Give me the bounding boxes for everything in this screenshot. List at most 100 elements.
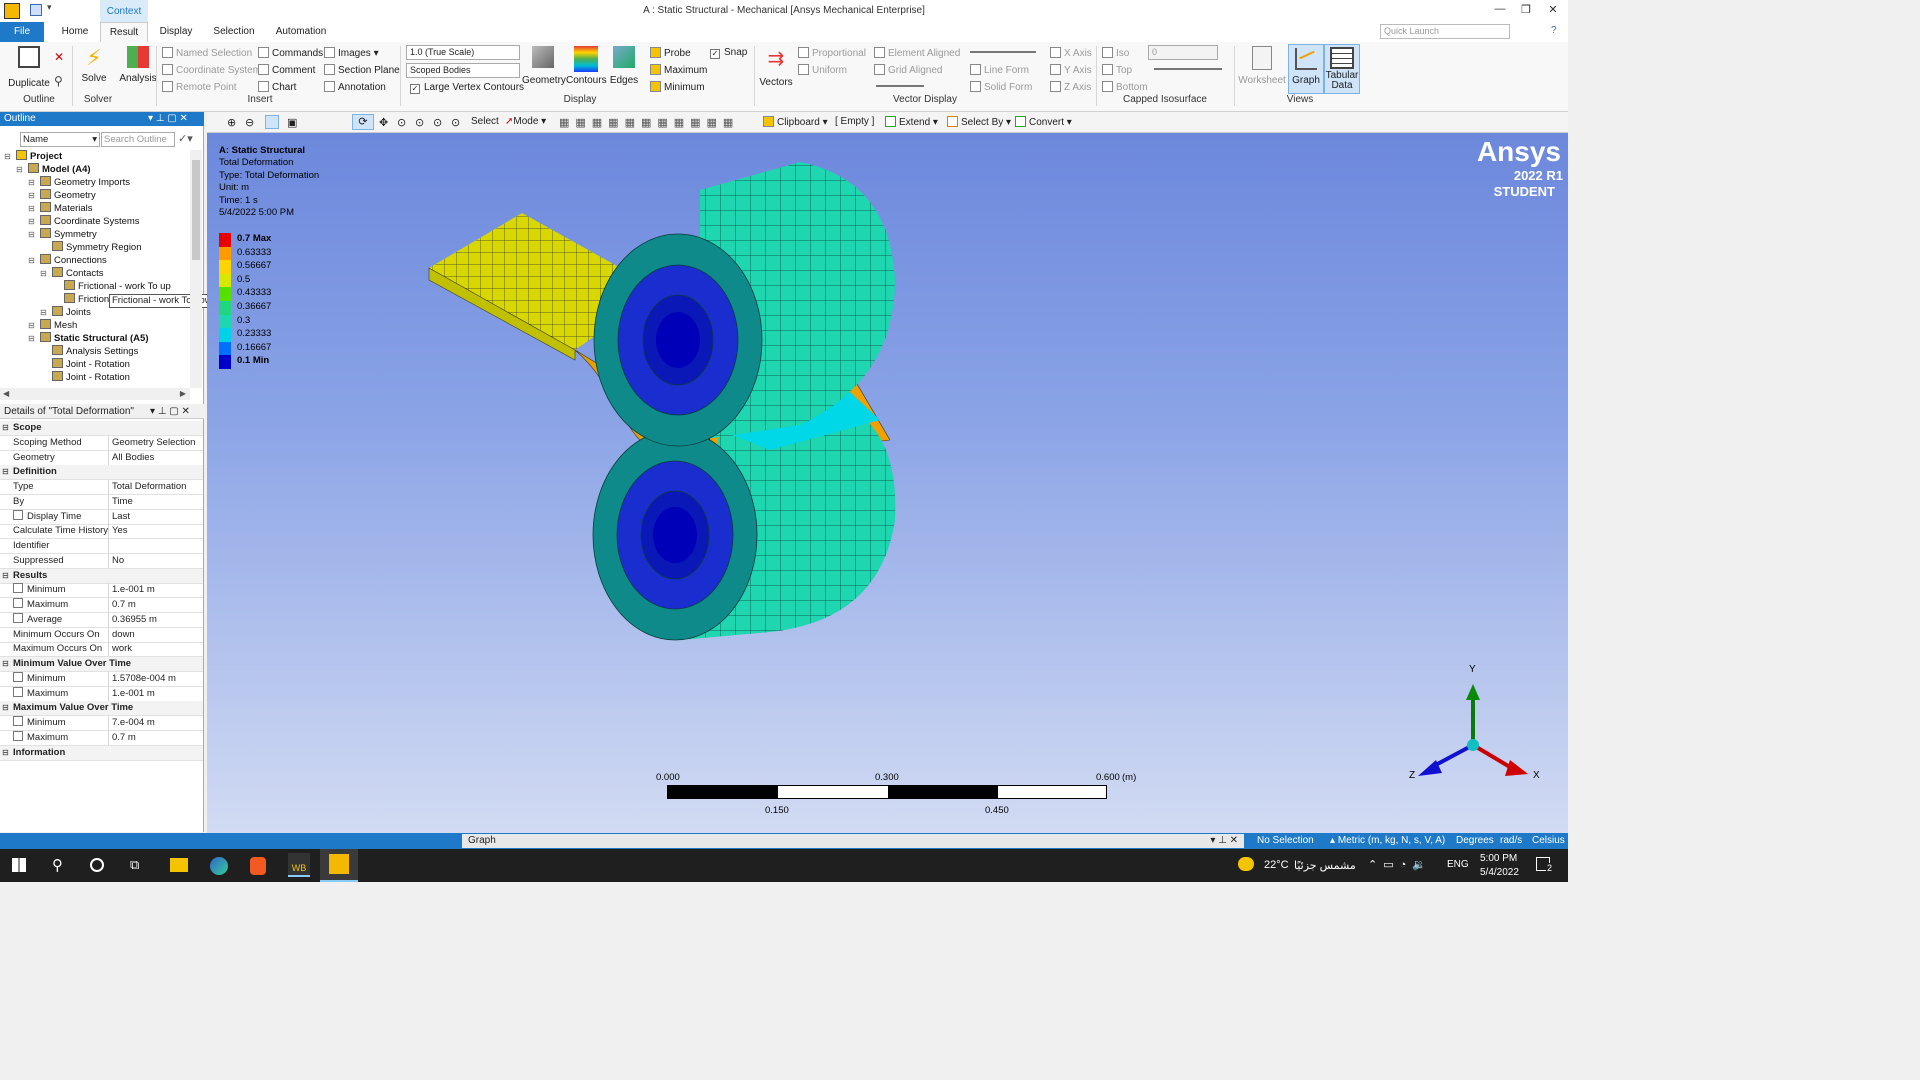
details-section-header[interactable]: ⊟ Minimum Value Over Time <box>0 657 203 672</box>
tree-item[interactable]: ⊟ Geometry <box>0 189 190 202</box>
property-value[interactable]: All Bodies <box>112 451 154 465</box>
property-value[interactable]: down <box>112 628 135 642</box>
weather-icon[interactable] <box>1238 857 1254 871</box>
tree-item[interactable]: ⊟ Mesh <box>0 319 190 332</box>
tree-expander-icon[interactable]: ⊟ <box>28 189 37 202</box>
uniform-button[interactable]: Uniform <box>798 64 847 76</box>
zoom-fit-icon[interactable]: ⊙ <box>397 116 406 129</box>
tree-expander-icon[interactable]: ⊟ <box>28 228 37 241</box>
brave-icon[interactable] <box>250 857 266 875</box>
convert-dropdown[interactable]: Convert ▾ <box>1015 116 1072 128</box>
large-vertex-contours-checkbox[interactable]: ✓ Large Vertex Contours <box>410 82 524 94</box>
details-row[interactable]: Minimum 7.e-004 m <box>0 716 203 731</box>
mode-dropdown[interactable]: ➚Mode ▾ <box>505 116 546 127</box>
property-value[interactable]: Time <box>112 495 133 509</box>
weather-condition[interactable]: مشمس جزئيًا <box>1294 859 1356 872</box>
selection-filter-icons[interactable]: ▦▦▦▦▦▦▦▦▦▦▦ <box>559 116 739 129</box>
proportional-button[interactable]: Proportional <box>798 47 866 59</box>
graph-button[interactable]: Graph <box>1288 44 1324 94</box>
section-plane-button[interactable]: Section Plane <box>324 64 400 76</box>
iso-button[interactable]: Iso <box>1102 47 1129 59</box>
commands-button[interactable]: Commands <box>258 47 323 59</box>
delete-icon[interactable]: ✕ <box>54 50 64 64</box>
property-value[interactable]: 1.e-001 m <box>112 687 155 701</box>
tree-item[interactable]: Frictional - work To up <box>0 280 190 293</box>
select-by-dropdown[interactable]: Select By ▾ <box>947 116 1011 128</box>
outline-name-filter[interactable]: Name ▾ <box>20 132 100 147</box>
chart-button[interactable]: Chart <box>258 81 296 93</box>
model-render[interactable] <box>207 133 1568 833</box>
details-row[interactable]: Display Time Last <box>0 509 203 525</box>
axis-triad[interactable] <box>1418 684 1528 776</box>
tree-item[interactable]: ⊟ Static Structural (A5) <box>0 332 190 345</box>
select-button[interactable]: Select <box>471 116 499 127</box>
workbench-taskbar-icon[interactable]: WB <box>288 853 310 877</box>
tree-expander-icon[interactable]: ⊟ <box>28 176 37 189</box>
rotate-icon[interactable]: ⟳ <box>352 114 374 130</box>
property-value[interactable]: Yes <box>112 524 128 538</box>
clipboard-dropdown[interactable]: Clipboard ▾ <box>763 116 828 128</box>
clock-date[interactable]: 5/4/2022 <box>1480 867 1519 878</box>
tree-item[interactable]: ⊟ Coordinate Systems <box>0 215 190 228</box>
images-button[interactable]: Images ▾ <box>324 47 379 59</box>
element-aligned-button[interactable]: Element Aligned <box>874 47 960 59</box>
tab-result[interactable]: Result <box>100 22 148 42</box>
windows-start-icon[interactable] <box>12 858 26 872</box>
x-axis-button[interactable]: X Axis <box>1050 47 1092 59</box>
outline-vertical-scrollbar[interactable] <box>190 150 202 388</box>
remote-point-button[interactable]: Remote Point <box>162 81 237 93</box>
restore-button[interactable]: ❐ <box>1514 3 1538 16</box>
tabular-data-button[interactable]: Tabular Data <box>1324 44 1360 94</box>
property-value[interactable]: Last <box>112 510 130 524</box>
tree-item[interactable]: ⊟ Model (A4) <box>0 163 190 176</box>
geometry-display-button[interactable]: Geometry <box>522 46 566 86</box>
probe-button[interactable]: Probe <box>650 47 691 59</box>
details-row[interactable]: Maximum 0.7 m <box>0 730 203 746</box>
details-row[interactable]: Calculate Time History Yes <box>0 524 203 540</box>
z-axis-button[interactable]: Z Axis <box>1050 81 1091 93</box>
edge-icon[interactable] <box>210 857 228 875</box>
minimize-button[interactable]: — <box>1488 3 1512 15</box>
pin-icon[interactable]: ▾ ⊥ ▢ ✕ <box>148 112 188 126</box>
scale-select[interactable]: 1.0 (True Scale) <box>406 45 520 60</box>
details-section-header[interactable]: ⊟ Maximum Value Over Time <box>0 701 203 717</box>
details-row[interactable]: Geometry All Bodies <box>0 450 203 466</box>
tab-display[interactable]: Display <box>154 22 198 42</box>
tree-expander-icon[interactable]: ⊟ <box>40 267 49 280</box>
collapse-icon[interactable]: ⊟ <box>2 701 9 715</box>
graph-pane-controls[interactable]: ▾ ⊥ ✕ <box>1210 834 1238 848</box>
tree-expander-icon[interactable]: ⊟ <box>28 332 37 345</box>
tree-expander-icon[interactable]: ⊟ <box>4 150 13 163</box>
maximum-button[interactable]: Maximum <box>650 64 707 76</box>
parameter-checkbox[interactable] <box>13 716 23 726</box>
property-value[interactable]: Geometry Selection <box>112 436 195 450</box>
parameter-checkbox[interactable] <box>13 509 23 520</box>
solid-form-button[interactable]: Solid Form <box>970 81 1032 93</box>
tree-item[interactable]: ⊟ Contacts <box>0 267 190 280</box>
parameter-checkbox[interactable] <box>13 671 23 682</box>
grid-aligned-button[interactable]: Grid Aligned <box>874 64 942 76</box>
details-section-header[interactable]: ⊟ Results <box>0 568 203 584</box>
tree-item[interactable]: ⊟ Connections <box>0 254 190 267</box>
edges-button[interactable]: Edges <box>606 46 642 86</box>
collapse-icon[interactable]: ⊟ <box>2 421 9 435</box>
details-section-header[interactable]: ⊟ Information <box>0 745 203 761</box>
tree-item[interactable]: Analysis Settings <box>0 345 190 358</box>
tree-item[interactable]: Symmetry Region <box>0 241 190 254</box>
details-section-header[interactable]: ⊟ Scope <box>0 421 203 436</box>
parameter-checkbox[interactable] <box>13 730 23 741</box>
details-row[interactable]: Suppressed No <box>0 553 203 569</box>
details-row[interactable]: Maximum 1.e-001 m <box>0 686 203 702</box>
duplicate-button[interactable]: Duplicate <box>6 46 52 96</box>
tab-selection[interactable]: Selection <box>208 22 260 42</box>
snap-checkbox[interactable]: ✓ Snap <box>710 47 747 59</box>
search-taskbar-icon[interactable]: ⚲ <box>52 856 63 874</box>
zoom-region-icon[interactable]: ⊙ <box>433 116 442 129</box>
parameter-checkbox[interactable] <box>13 598 23 608</box>
help-icon[interactable]: ? <box>1551 25 1557 36</box>
details-section-header[interactable]: ⊟ Definition <box>0 465 203 481</box>
shaded-cube-icon[interactable] <box>265 115 279 129</box>
details-row[interactable]: By Time <box>0 494 203 510</box>
collapse-icon[interactable]: ⊟ <box>2 746 9 760</box>
language-indicator[interactable]: ENG <box>1447 859 1469 870</box>
